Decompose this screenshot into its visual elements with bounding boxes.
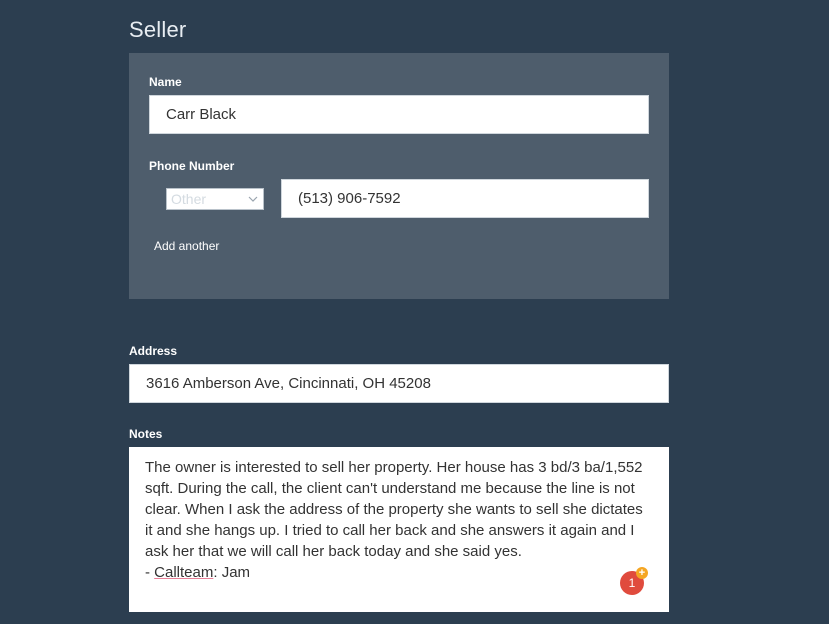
signature-suffix: : Jam <box>213 564 251 581</box>
notes-signature: - Callteam: Jam <box>145 562 653 583</box>
phone-type-select[interactable]: Other <box>166 188 264 210</box>
phone-type-value: Other <box>171 191 207 207</box>
notes-textarea[interactable]: The owner is interested to sell her prop… <box>129 447 669 612</box>
phone-number-input[interactable]: (513) 906-7592 <box>281 179 649 218</box>
address-label: Address <box>129 344 178 358</box>
notes-label: Notes <box>129 427 163 441</box>
signature-callteam: Callteam <box>154 564 214 581</box>
chevron-down-icon <box>247 193 259 205</box>
phone-number-label: Phone Number <box>149 159 235 173</box>
plus-icon[interactable]: + <box>636 567 648 579</box>
signature-prefix: - <box>145 564 155 581</box>
notification-count: 1 <box>628 576 636 590</box>
name-label: Name <box>149 75 182 89</box>
notes-body: The owner is interested to sell her prop… <box>145 459 643 560</box>
address-input[interactable]: 3616 Amberson Ave, Cincinnati, OH 45208 <box>129 364 669 403</box>
add-another-link[interactable]: Add another <box>154 239 219 253</box>
seller-card: Name Carr Black Phone Number Other (513)… <box>129 53 669 299</box>
name-input[interactable]: Carr Black <box>149 95 649 134</box>
section-title-seller: Seller <box>129 17 187 42</box>
page: Seller Name Carr Black Phone Number Othe… <box>0 0 829 624</box>
